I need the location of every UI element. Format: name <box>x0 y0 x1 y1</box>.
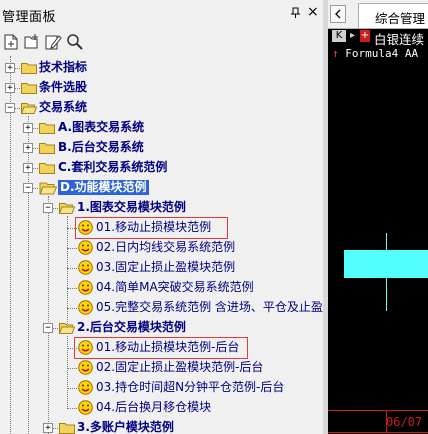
axis-separator-line <box>328 432 428 433</box>
smiley-icon <box>78 400 93 415</box>
smiley-icon <box>78 340 93 355</box>
tree-guide-line <box>67 388 77 389</box>
arrow-up-icon: ↑ <box>332 47 339 60</box>
tree-leaf-label: 03.持仓时间超N分钟平仓范例-后台 <box>96 380 285 394</box>
folder-open-icon <box>59 323 75 334</box>
tab-bar: 综合管理 <box>328 0 428 29</box>
tree-node-label: B.后台交易系统 <box>58 140 144 154</box>
folder-closed-icon <box>59 423 75 434</box>
tree-leaf-label: 05.完整交易系统范例 含进场、平仓及止盈 <box>96 300 323 314</box>
tree-leaf-label: 01.移动止损模块范例-后台 <box>96 340 240 354</box>
axis-separator-line <box>328 410 428 411</box>
tree-guide-line <box>67 368 77 369</box>
tree-node-label: 2.后台交易模块范例 <box>77 320 186 334</box>
panel-toolbar <box>0 29 323 55</box>
smiley-icon <box>78 260 93 275</box>
formula-text: Formula4 AA <box>345 47 419 60</box>
chevron-left-icon <box>335 9 341 19</box>
folder-closed-icon <box>39 143 55 154</box>
smiley-icon <box>78 360 93 375</box>
tab-label: 综合管理 <box>375 11 426 26</box>
expand-toggle[interactable]: + <box>5 83 15 93</box>
smiley-icon <box>78 220 93 235</box>
chart-toolbar: K ▸ + 白银连续 <box>328 29 428 47</box>
new-file-icon[interactable] <box>2 33 20 51</box>
tree-node-label: 条件选股 <box>39 80 88 94</box>
tree-leaf-label: 02.固定止损止盈模块范例-后台 <box>96 360 264 374</box>
close-panel-button[interactable]: × <box>307 4 319 20</box>
collapse-toggle[interactable]: − <box>43 203 53 213</box>
search-icon[interactable] <box>66 33 84 51</box>
folder-open-icon <box>21 103 37 114</box>
tree-node-label: 1.图表交易模块范例 <box>77 200 186 214</box>
smiley-icon <box>78 380 93 395</box>
tree-guide-line <box>67 336 68 409</box>
smiley-icon <box>78 280 93 295</box>
tree-node-label-selected: D.功能模块范例 <box>58 180 149 195</box>
tree-node-label: C.套利交易系统范例 <box>58 160 168 174</box>
pin-icon[interactable] <box>290 7 302 19</box>
folder-closed-icon <box>39 123 55 134</box>
expand-toggle[interactable]: + <box>23 123 33 133</box>
price-chart[interactable]: K ▸ + 白银连续 ↑ Formula4 AA 06/07 <box>328 29 428 434</box>
date-axis-label: 06/07 <box>386 415 423 429</box>
management-panel: 管理面板 × + 技术指标 + 条件选股 − 交易系统 + A.图表交易系统 +… <box>0 0 323 434</box>
formula-label: ↑ Formula4 AA <box>332 47 418 60</box>
folder-closed-icon <box>21 63 37 74</box>
smiley-icon <box>78 240 93 255</box>
tab-scroll-left-button[interactable] <box>330 5 346 23</box>
panel-title: 管理面板 <box>2 10 57 25</box>
tree-guide-line <box>67 308 77 309</box>
tree-guide-line <box>67 408 77 409</box>
tree-leaf-label: 02.日内均线交易系统范例 <box>96 240 236 254</box>
k-line-button[interactable]: K <box>332 30 346 42</box>
chart-symbol-title: 白银连续 <box>374 32 425 47</box>
status-flag-icon: + <box>360 30 370 42</box>
tree-guide-line <box>67 288 77 289</box>
collapse-toggle[interactable]: − <box>5 103 15 113</box>
folder-open-icon <box>39 182 57 195</box>
tree-view[interactable]: + 技术指标 + 条件选股 − 交易系统 + A.图表交易系统 + B.后台交易… <box>0 56 323 434</box>
expand-toggle[interactable]: + <box>23 143 33 153</box>
collapse-toggle[interactable]: − <box>23 183 33 193</box>
workspace-area: 综合管理 K ▸ + 白银连续 ↑ Formula4 AA 06/07 <box>328 0 428 434</box>
dropdown-arrow-icon[interactable]: ▸ <box>348 30 357 42</box>
new-folder-icon[interactable] <box>22 33 40 51</box>
expand-toggle[interactable]: + <box>5 63 15 73</box>
folder-closed-icon <box>21 83 37 94</box>
tree-node-label: 3.多账户模块范例 <box>77 420 174 434</box>
tree-node-label: 交易系统 <box>39 100 88 114</box>
tree-leaf-label: 04.简单MA突破交易系统范例 <box>96 280 254 294</box>
candle-body <box>344 250 428 278</box>
tab-overview-management[interactable]: 综合管理 <box>358 3 428 28</box>
tree-guide-line <box>67 216 68 328</box>
tree-guide-line <box>48 196 49 434</box>
expand-toggle[interactable]: + <box>43 423 53 433</box>
panel-titlebar: 管理面板 × <box>0 0 323 28</box>
edit-icon[interactable] <box>44 33 62 51</box>
tree-leaf-label: 04.后台换月移仓模块 <box>96 400 212 414</box>
expand-toggle[interactable]: + <box>23 163 33 173</box>
tree-node-label: A.图表交易系统 <box>58 120 145 134</box>
folder-open-icon <box>59 203 75 214</box>
collapse-toggle[interactable]: − <box>43 323 53 333</box>
smiley-icon <box>78 300 93 315</box>
tree-guide-line <box>67 248 77 249</box>
tree-node-label: 技术指标 <box>39 60 88 74</box>
tree-guide-line <box>67 268 77 269</box>
tree-leaf-label: 01.移动止损模块范例 <box>96 220 212 234</box>
tree-leaf-label: 03.固定止损止盈模块范例 <box>96 260 236 274</box>
folder-closed-icon <box>39 163 55 174</box>
